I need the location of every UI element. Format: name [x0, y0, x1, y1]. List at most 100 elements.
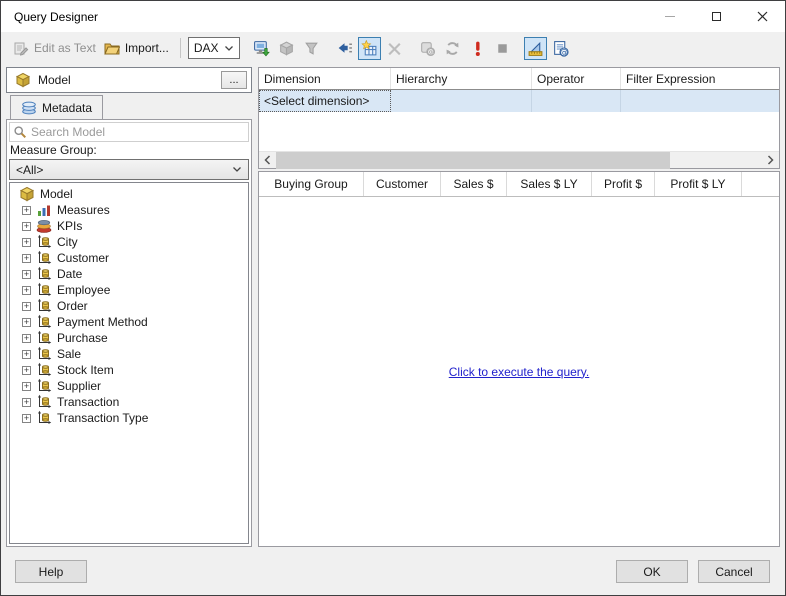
tree-item-sale[interactable]: + Sale — [10, 346, 248, 362]
maximize-button[interactable] — [693, 1, 739, 32]
delete-x-icon — [386, 40, 403, 57]
edit-as-text-button[interactable]: Edit as Text — [9, 38, 100, 58]
import-folder-icon — [104, 40, 120, 56]
design-mode-button[interactable] — [524, 37, 547, 60]
edit-connection-button[interactable] — [250, 37, 273, 60]
tree-item-purchase[interactable]: + Purchase — [10, 330, 248, 346]
dimension-icon — [36, 298, 52, 314]
filter-column-dimension: Dimension — [259, 68, 391, 89]
parameters-button[interactable]: @ — [416, 37, 439, 60]
measure-group-label: Measure Group: — [9, 142, 249, 159]
tree-item-label: Customer — [57, 251, 109, 265]
parameters-at-disabled-icon: @ — [419, 40, 436, 57]
ok-button[interactable]: OK — [616, 560, 688, 583]
add-calculated-member-button[interactable] — [358, 37, 381, 60]
expand-icon[interactable]: + — [22, 222, 31, 231]
operator-cell[interactable] — [532, 90, 621, 112]
show-aggregations-button[interactable] — [333, 37, 356, 60]
results-grid-header: Buying Group Customer Sales $ Sales $ LY… — [259, 172, 779, 197]
tree-item-label: Sale — [57, 347, 81, 361]
tree-item-transaction-type[interactable]: + Transaction Type — [10, 410, 248, 426]
svg-text:@: @ — [560, 47, 568, 56]
search-model-input[interactable] — [31, 125, 245, 139]
select-dimension-cell[interactable]: <Select dimension> — [259, 90, 391, 112]
expand-icon[interactable]: + — [22, 206, 31, 215]
expand-icon[interactable]: + — [22, 238, 31, 247]
model-panel: Model ... Metadata Measure Group: <All> — [6, 67, 252, 547]
metadata-tree: Model + Measures + KPIs + — [9, 182, 249, 544]
tree-item-measures[interactable]: + Measures — [10, 202, 248, 218]
tree-item-stock-item[interactable]: + Stock Item — [10, 362, 248, 378]
measure-group-combobox[interactable]: <All> — [9, 159, 249, 180]
query-parameters-button[interactable]: @ — [549, 37, 572, 60]
expand-icon[interactable]: + — [22, 382, 31, 391]
close-button[interactable] — [739, 1, 785, 32]
query-language-combobox[interactable]: DAX — [188, 37, 240, 59]
tree-item-transaction[interactable]: + Transaction — [10, 394, 248, 410]
dimension-icon — [36, 282, 52, 298]
refresh-button[interactable] — [441, 37, 464, 60]
close-icon — [757, 11, 768, 22]
dimension-icon — [36, 330, 52, 346]
filter-column-filter-expression: Filter Expression — [621, 68, 779, 89]
help-button[interactable]: Help — [15, 560, 87, 583]
delete-button[interactable] — [383, 37, 406, 60]
expand-icon[interactable]: + — [22, 398, 31, 407]
horizontal-scrollbar — [259, 151, 779, 168]
minimize-button[interactable] — [647, 1, 693, 32]
filter-row: <Select dimension> — [259, 90, 779, 112]
execute-query-link[interactable]: Click to execute the query. — [449, 365, 590, 379]
cube-icon — [15, 72, 31, 88]
hierarchy-cell[interactable] — [391, 90, 532, 112]
result-column-buying-group: Buying Group — [259, 172, 364, 196]
filter-button[interactable] — [300, 37, 323, 60]
chevron-down-icon — [232, 166, 242, 173]
tree-item-supplier[interactable]: + Supplier — [10, 378, 248, 394]
expand-icon[interactable]: + — [22, 334, 31, 343]
maximize-icon — [712, 12, 721, 21]
execute-query-button[interactable] — [466, 37, 489, 60]
expand-icon[interactable]: + — [22, 286, 31, 295]
import-button[interactable]: Import... — [100, 38, 173, 58]
filter-column-hierarchy: Hierarchy — [391, 68, 532, 89]
tab-metadata-label: Metadata — [42, 101, 92, 115]
tree-item-label: Measures — [57, 203, 110, 217]
window-title: Query Designer — [1, 10, 98, 24]
expand-icon[interactable]: + — [22, 270, 31, 279]
scrollbar-thumb[interactable] — [276, 152, 670, 169]
result-column-empty — [742, 172, 779, 196]
expand-icon[interactable]: + — [22, 414, 31, 423]
expand-icon[interactable]: + — [22, 302, 31, 311]
cube-selection-button[interactable] — [275, 37, 298, 60]
model-more-button[interactable]: ... — [221, 71, 247, 89]
cancel-button[interactable]: Cancel — [698, 560, 770, 583]
tab-metadata[interactable]: Metadata — [10, 95, 103, 119]
expand-icon[interactable]: + — [22, 350, 31, 359]
tab-strip: Metadata — [6, 93, 252, 119]
tree-item-model-root[interactable]: Model — [10, 186, 248, 202]
tree-item-city[interactable]: + City — [10, 234, 248, 250]
edit-connection-icon — [253, 40, 270, 57]
filter-expression-cell[interactable] — [621, 90, 779, 112]
metadata-pane: Measure Group: <All> Model + Measures — [6, 119, 252, 547]
filter-grid-header: Dimension Hierarchy Operator Filter Expr… — [259, 68, 779, 90]
tree-item-employee[interactable]: + Employee — [10, 282, 248, 298]
results-grid-body: Click to execute the query. — [259, 197, 779, 546]
tree-item-order[interactable]: + Order — [10, 298, 248, 314]
toolbar-icon-group: @ @ — [250, 37, 572, 60]
tree-item-label: Supplier — [57, 379, 101, 393]
tree-item-date[interactable]: + Date — [10, 266, 248, 282]
tree-item-kpis[interactable]: + KPIs — [10, 218, 248, 234]
stop-button[interactable] — [491, 37, 514, 60]
expand-icon[interactable]: + — [22, 254, 31, 263]
expand-icon[interactable]: + — [22, 366, 31, 375]
result-column-profit: Profit $ — [592, 172, 655, 196]
scroll-right-button[interactable] — [762, 152, 779, 169]
tree-item-label: KPIs — [57, 219, 82, 233]
tree-item-customer[interactable]: + Customer — [10, 250, 248, 266]
expand-icon[interactable]: + — [22, 318, 31, 327]
scroll-left-button[interactable] — [259, 152, 276, 169]
tree-item-payment-method[interactable]: + Payment Method — [10, 314, 248, 330]
model-header: Model ... — [6, 67, 252, 93]
show-aggregations-icon — [336, 40, 353, 57]
